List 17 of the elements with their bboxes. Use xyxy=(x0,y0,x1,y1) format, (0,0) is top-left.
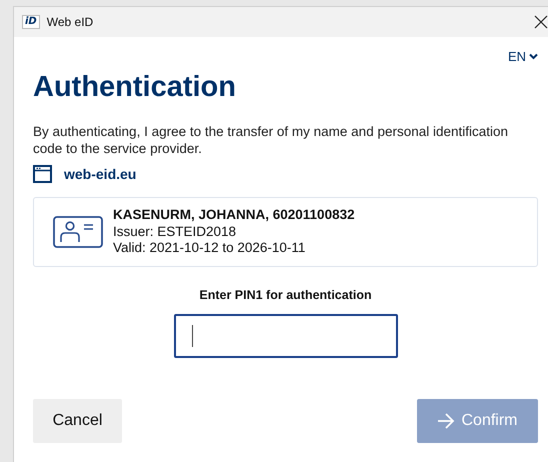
consent-text: By authenticating, I agree to the transfer of my name and personal identification code to the service provider. xyxy=(33,123,510,157)
chevron-down-icon xyxy=(529,52,538,60)
pin-label: Enter PIN1 for authentication xyxy=(199,288,372,302)
language-dropdown[interactable]: EN xyxy=(508,47,538,65)
app-logo: iD xyxy=(22,15,40,29)
pin-input-field[interactable] xyxy=(174,314,398,358)
text-cursor xyxy=(192,325,193,347)
id-card-icon xyxy=(53,216,103,248)
page-heading: Authentication xyxy=(33,70,237,105)
certificate-issuer: Issuer: ESTEID2018 xyxy=(113,224,238,240)
window-title: Web eID xyxy=(46,15,94,29)
cancel-button[interactable]: Cancel xyxy=(33,399,122,443)
arrow-right-icon xyxy=(437,413,456,429)
browser-window-icon xyxy=(33,165,52,183)
certificate-holder: KASENURM, JOHANNA, 60201100832 xyxy=(113,207,355,224)
origin-domain: web-eid.eu xyxy=(64,166,136,182)
certificate-validity: Valid: 2021-10-12 to 2026-10-11 xyxy=(113,240,306,257)
